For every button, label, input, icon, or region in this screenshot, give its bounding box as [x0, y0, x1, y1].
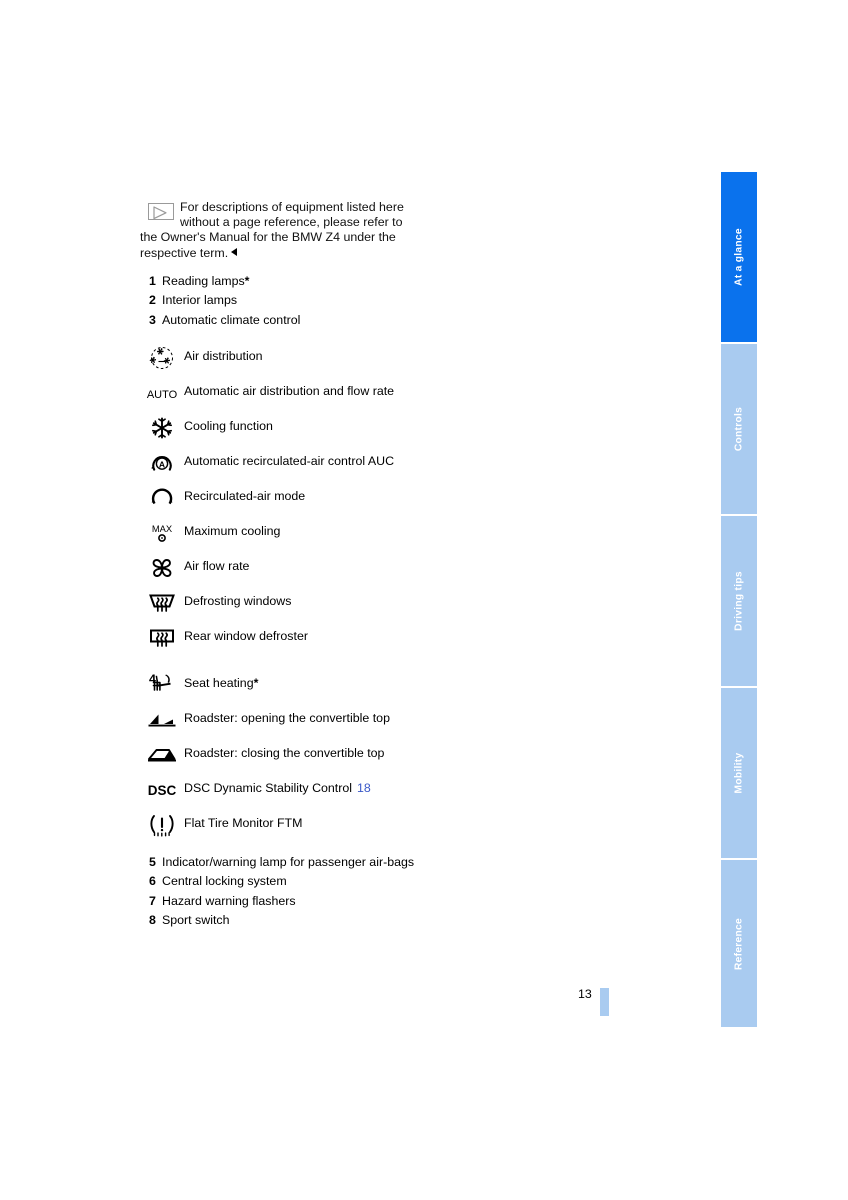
- item-number: 2: [149, 293, 156, 308]
- icon-label: Flat Tire Monitor FTM: [184, 816, 303, 831]
- defrost-windshield-icon: [140, 590, 184, 616]
- item-label: Interior lamps: [162, 293, 238, 308]
- icon-list-item: A Automatic recirculated-air control AUC: [140, 450, 420, 478]
- flat-tire-monitor-icon: [140, 812, 184, 838]
- list-item: 2 Interior lamps: [140, 293, 420, 308]
- page-number: 13: [578, 987, 592, 1001]
- asterisk-marker: *: [253, 676, 259, 691]
- item-label: Hazard warning flashers: [162, 893, 296, 908]
- icon-list-item: MAX Maximum cooling: [140, 520, 420, 548]
- group-4: 4 Seat heating* Roadster: opening the co…: [140, 672, 420, 840]
- icon-label: Cooling function: [184, 419, 273, 434]
- icon-label: Seat heating*: [184, 676, 259, 691]
- icon-list-item: Recirculated-air mode: [140, 485, 420, 513]
- item-number: 1: [149, 273, 156, 288]
- manual-page: For descriptions of equipment listed her…: [0, 0, 848, 1200]
- seat-heating-icon: [140, 672, 184, 698]
- sidebar-tab-controls[interactable]: Controls: [721, 344, 757, 514]
- item-number: 8: [149, 913, 156, 928]
- sidebar-tab-at-a-glance[interactable]: At a glance: [721, 172, 757, 342]
- list-item: 5 Indicator/warning lamp for passenger a…: [140, 855, 420, 870]
- icon-list-item: Seat heating*: [140, 672, 420, 700]
- icon-label: Air distribution: [184, 349, 263, 364]
- svg-text:MAX: MAX: [152, 523, 173, 534]
- tab-label: Reference: [733, 917, 745, 970]
- icon-label: Maximum cooling: [184, 524, 281, 539]
- tab-label: Controls: [733, 406, 745, 452]
- fan-icon: [140, 555, 184, 581]
- item-label: Central locking system: [162, 874, 287, 889]
- auc-recirculation-icon: A: [140, 450, 184, 476]
- icon-label: Defrosting windows: [184, 594, 292, 609]
- svg-text:A: A: [159, 459, 165, 469]
- sidebar-tab-reference[interactable]: Reference: [721, 860, 757, 1027]
- play-triangle-icon: [148, 203, 174, 220]
- note-block: For descriptions of equipment listed her…: [140, 200, 420, 261]
- sidebar-tab-driving-tips[interactable]: Driving tips: [721, 516, 757, 686]
- note-end-marker: [231, 247, 238, 256]
- icon-label: Roadster: closing the convertible top: [184, 746, 385, 761]
- item-number: 5: [149, 855, 156, 870]
- icon-list-item: Roadster: closing the convertible top: [140, 742, 420, 770]
- item-label: Sport switch: [162, 913, 230, 928]
- asterisk-marker: *: [244, 273, 250, 288]
- tab-label: Driving tips: [733, 571, 745, 631]
- list-item: 8 Sport switch: [140, 913, 420, 928]
- tab-label: At a glance: [733, 228, 745, 286]
- icon-label: DSC Dynamic Stability Control 18: [184, 781, 371, 796]
- icon-list-item: Air distribution: [140, 345, 420, 373]
- list-item: 3 Automatic climate control: [140, 313, 420, 328]
- icon-label: Recirculated-air mode: [184, 489, 306, 504]
- dsc-text-icon: DSC: [140, 777, 184, 803]
- icon-list-item: Air flow rate: [140, 555, 420, 583]
- item-number: 7: [149, 893, 156, 908]
- list-item: 6 Central locking system: [140, 874, 420, 889]
- section-tabs: At a glance Controls Driving tips Mobili…: [721, 172, 757, 1027]
- max-cooling-icon: MAX: [140, 520, 184, 546]
- item-number: 3: [149, 312, 156, 327]
- air-distribution-icon: [140, 345, 184, 371]
- list-item: 7 Hazard warning flashers: [140, 894, 420, 909]
- icon-list-item: Defrosting windows: [140, 590, 420, 618]
- snowflake-icon: [140, 415, 184, 441]
- sidebar-tab-mobility[interactable]: Mobility: [721, 688, 757, 858]
- climate-icon-list: Air distribution AUTO Automatic air dist…: [140, 345, 420, 653]
- icon-list-item: Rear window defroster: [140, 625, 420, 653]
- icon-list-item: Cooling function: [140, 415, 420, 443]
- icon-list-item: DSC DSC Dynamic Stability Control 18: [140, 777, 420, 805]
- item-label: Automatic climate control: [162, 312, 301, 327]
- tab-label: Mobility: [733, 752, 745, 794]
- list-item: 1 Reading lamps*: [140, 274, 420, 289]
- svg-text:AUTO: AUTO: [147, 389, 178, 401]
- icon-label: Automatic air distribution and flow rate: [184, 384, 395, 399]
- convertible-top-open-icon: [140, 707, 184, 733]
- defrost-rear-window-icon: [140, 625, 184, 651]
- convertible-top-close-icon: [140, 742, 184, 768]
- icon-label: Automatic recirculated-air control AUC: [184, 454, 395, 469]
- page-edge-marker: [600, 988, 609, 1016]
- icon-label: Rear window defroster: [184, 629, 308, 644]
- note-text: For descriptions of equipment listed her…: [140, 200, 404, 260]
- auto-text-icon: AUTO: [140, 380, 184, 406]
- icon-label: Roadster: opening the convertible top: [184, 711, 390, 726]
- item-label: Indicator/warning lamp for passenger air…: [162, 855, 415, 870]
- icon-list-item: Flat Tire Monitor FTM: [140, 812, 420, 840]
- svg-text:DSC: DSC: [148, 783, 177, 798]
- icon-label: Air flow rate: [184, 559, 250, 574]
- icon-list-item: AUTO Automatic air distribution and flow…: [140, 380, 420, 408]
- item-label: Reading lamps*: [162, 273, 250, 288]
- recirculated-air-icon: [140, 485, 184, 511]
- page-reference-link[interactable]: 18: [357, 781, 371, 795]
- item-number: 6: [149, 874, 156, 889]
- icon-list-item: Roadster: opening the convertible top: [140, 707, 420, 735]
- page-content: For descriptions of equipment listed her…: [140, 200, 420, 933]
